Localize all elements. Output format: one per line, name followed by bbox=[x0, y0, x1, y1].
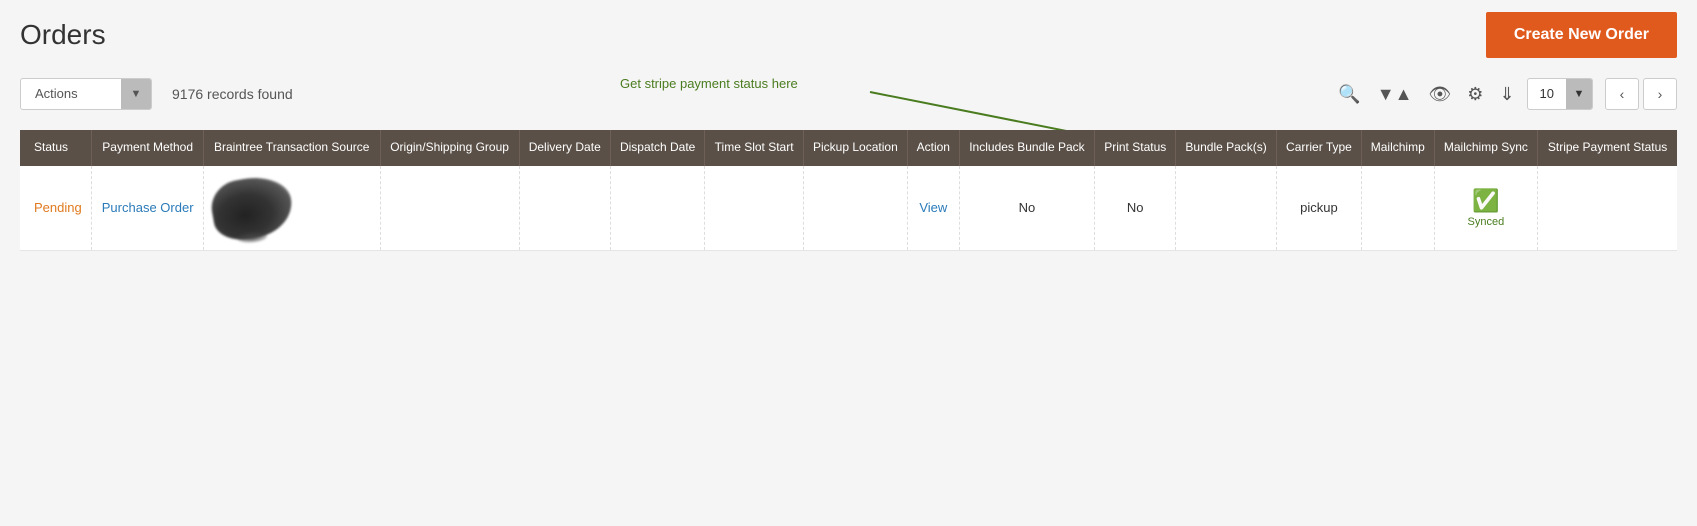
table-container: Status Payment Method Braintree Transact… bbox=[0, 130, 1697, 251]
col-pickup-location: Pickup Location bbox=[803, 130, 907, 166]
search-icon[interactable]: 🔍 bbox=[1338, 84, 1360, 105]
col-bundle-packs: Bundle Pack(s) bbox=[1176, 130, 1277, 166]
per-page-arrow[interactable]: ▼ bbox=[1566, 78, 1592, 110]
cell-carrier-type: pickup bbox=[1277, 166, 1362, 251]
settings-icon[interactable]: ⚙ bbox=[1467, 84, 1483, 105]
col-status: Status bbox=[20, 130, 92, 166]
cell-mailchimp bbox=[1361, 166, 1434, 251]
col-dispatch-date: Dispatch Date bbox=[610, 130, 705, 166]
cell-origin bbox=[380, 166, 519, 251]
col-carrier-type: Carrier Type bbox=[1277, 130, 1362, 166]
records-count: 9176 records found bbox=[172, 86, 293, 102]
actions-label: Actions bbox=[21, 78, 121, 110]
cell-stripe-payment bbox=[1538, 166, 1677, 251]
col-print-status: Print Status bbox=[1095, 130, 1176, 166]
cell-action: View bbox=[908, 166, 960, 251]
cell-delivery-date bbox=[519, 166, 610, 251]
download-icon[interactable]: ⇓ bbox=[1499, 84, 1514, 105]
table-header-row: Status Payment Method Braintree Transact… bbox=[20, 130, 1677, 166]
col-action: Action bbox=[908, 130, 960, 166]
cell-bundle-packs bbox=[1176, 166, 1277, 251]
cell-dispatch-date bbox=[610, 166, 705, 251]
synced-status: ✅ Synced bbox=[1443, 188, 1530, 228]
cell-status: Pending bbox=[20, 166, 92, 251]
col-mailchimp-sync: Mailchimp Sync bbox=[1434, 130, 1538, 166]
create-new-order-button[interactable]: Create New Order bbox=[1486, 12, 1677, 58]
pagination-buttons: ‹ › bbox=[1605, 78, 1677, 110]
page-header: Orders Create New Order bbox=[0, 0, 1697, 70]
toolbar-icons: 🔍 ▼▲ 👁 ⚙ ⇓ bbox=[1338, 84, 1514, 105]
filter-icon[interactable]: ▼▲ bbox=[1377, 84, 1413, 105]
cell-includes-bundle: No bbox=[959, 166, 1095, 251]
pagination-next[interactable]: › bbox=[1643, 78, 1677, 110]
per-page-select[interactable]: 10 ▼ bbox=[1527, 78, 1593, 110]
blot-redacted bbox=[207, 171, 296, 244]
synced-check-icon: ✅ bbox=[1472, 188, 1499, 214]
status-pending: Pending bbox=[34, 200, 82, 215]
col-stripe-payment: Stripe Payment Status bbox=[1538, 130, 1677, 166]
col-delivery-date: Delivery Date bbox=[519, 130, 610, 166]
col-includes-bundle: Includes Bundle Pack bbox=[959, 130, 1095, 166]
col-payment-method: Payment Method bbox=[92, 130, 203, 166]
pagination-prev[interactable]: ‹ bbox=[1605, 78, 1639, 110]
actions-dropdown-arrow[interactable]: ▼ bbox=[121, 78, 151, 110]
cell-print-status: No bbox=[1095, 166, 1176, 251]
orders-table: Status Payment Method Braintree Transact… bbox=[20, 130, 1677, 251]
cell-payment-method: Purchase Order bbox=[92, 166, 203, 251]
synced-label: Synced bbox=[1468, 216, 1505, 228]
toolbar: Actions ▼ 9176 records found 🔍 ▼▲ 👁 ⚙ ⇓ … bbox=[0, 70, 1697, 118]
view-icon[interactable]: 👁 bbox=[1428, 84, 1451, 105]
col-mailchimp: Mailchimp bbox=[1361, 130, 1434, 166]
page-wrapper: Orders Create New Order Actions ▼ 9176 r… bbox=[0, 0, 1697, 526]
cell-mailchimp-sync: ✅ Synced bbox=[1434, 166, 1538, 251]
col-braintree: Braintree Transaction Source bbox=[203, 130, 380, 166]
page-title: Orders bbox=[20, 19, 106, 51]
per-page-value: 10 bbox=[1528, 78, 1566, 110]
cell-braintree bbox=[203, 166, 380, 251]
col-time-slot: Time Slot Start bbox=[705, 130, 803, 166]
table-row: Pending Purchase Order View bbox=[20, 166, 1677, 251]
cell-time-slot bbox=[705, 166, 803, 251]
col-origin: Origin/Shipping Group bbox=[380, 130, 519, 166]
actions-dropdown[interactable]: Actions ▼ bbox=[20, 78, 152, 110]
view-link[interactable]: View bbox=[919, 200, 947, 215]
cell-pickup-location bbox=[803, 166, 907, 251]
payment-method-link[interactable]: Purchase Order bbox=[102, 200, 194, 215]
